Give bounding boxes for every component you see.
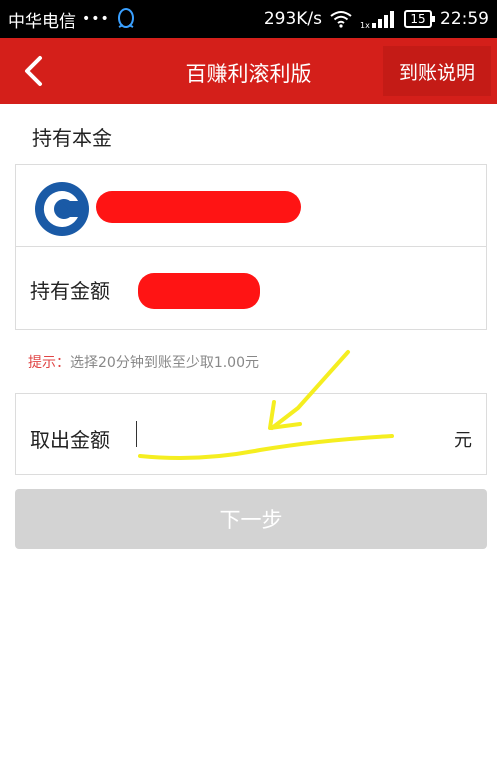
redacted-holding-amount [138,273,260,309]
text-caret [136,421,137,447]
bank-row [16,165,486,247]
wifi-icon [330,11,352,28]
tip-key: 提示： [28,355,70,371]
status-bar: 中华电信 ••• 293K/s 1x 15 22:59 [0,0,497,38]
carrier-name: 中华电信 [8,11,76,32]
withdraw-amount-input[interactable] [136,416,436,452]
withdraw-amount-box: 取出金额 元 [15,393,487,475]
status-left: 中华电信 ••• [8,7,136,32]
holding-amount-label: 持有金额 [30,279,110,303]
redacted-account-name [96,191,301,223]
arrival-info-button[interactable]: 到账说明 [383,46,491,96]
annotation-arrow [138,350,394,460]
network-speed: 293K/s [263,9,322,29]
clock: 22:59 [440,9,489,29]
signal-icon: 1x [360,11,394,29]
qq-penguin-icon [117,8,134,28]
notification-dots: ••• [82,11,110,27]
withdraw-amount-label: 取出金额 [30,428,110,452]
currency-unit: 元 [454,430,472,451]
section-title: 持有本金 [32,126,112,150]
chevron-left-icon[interactable] [18,52,48,90]
holding-amount-row: 持有金额 [16,247,486,331]
tip-text: 选择20分钟到账至少取1.00元 [70,355,259,371]
withdraw-tip: 提示：选择20分钟到账至少取1.00元 [28,352,259,372]
status-right: 293K/s 1x 15 22:59 [264,9,489,29]
ccb-bank-logo [35,182,89,236]
nav-bar: 百赚利滚利版 到账说明 [0,38,497,104]
holding-card: 持有金额 [15,164,487,330]
next-step-button[interactable]: 下一步 [15,489,487,549]
battery-icon: 15 [404,10,435,28]
svg-text:1x: 1x [360,21,370,29]
